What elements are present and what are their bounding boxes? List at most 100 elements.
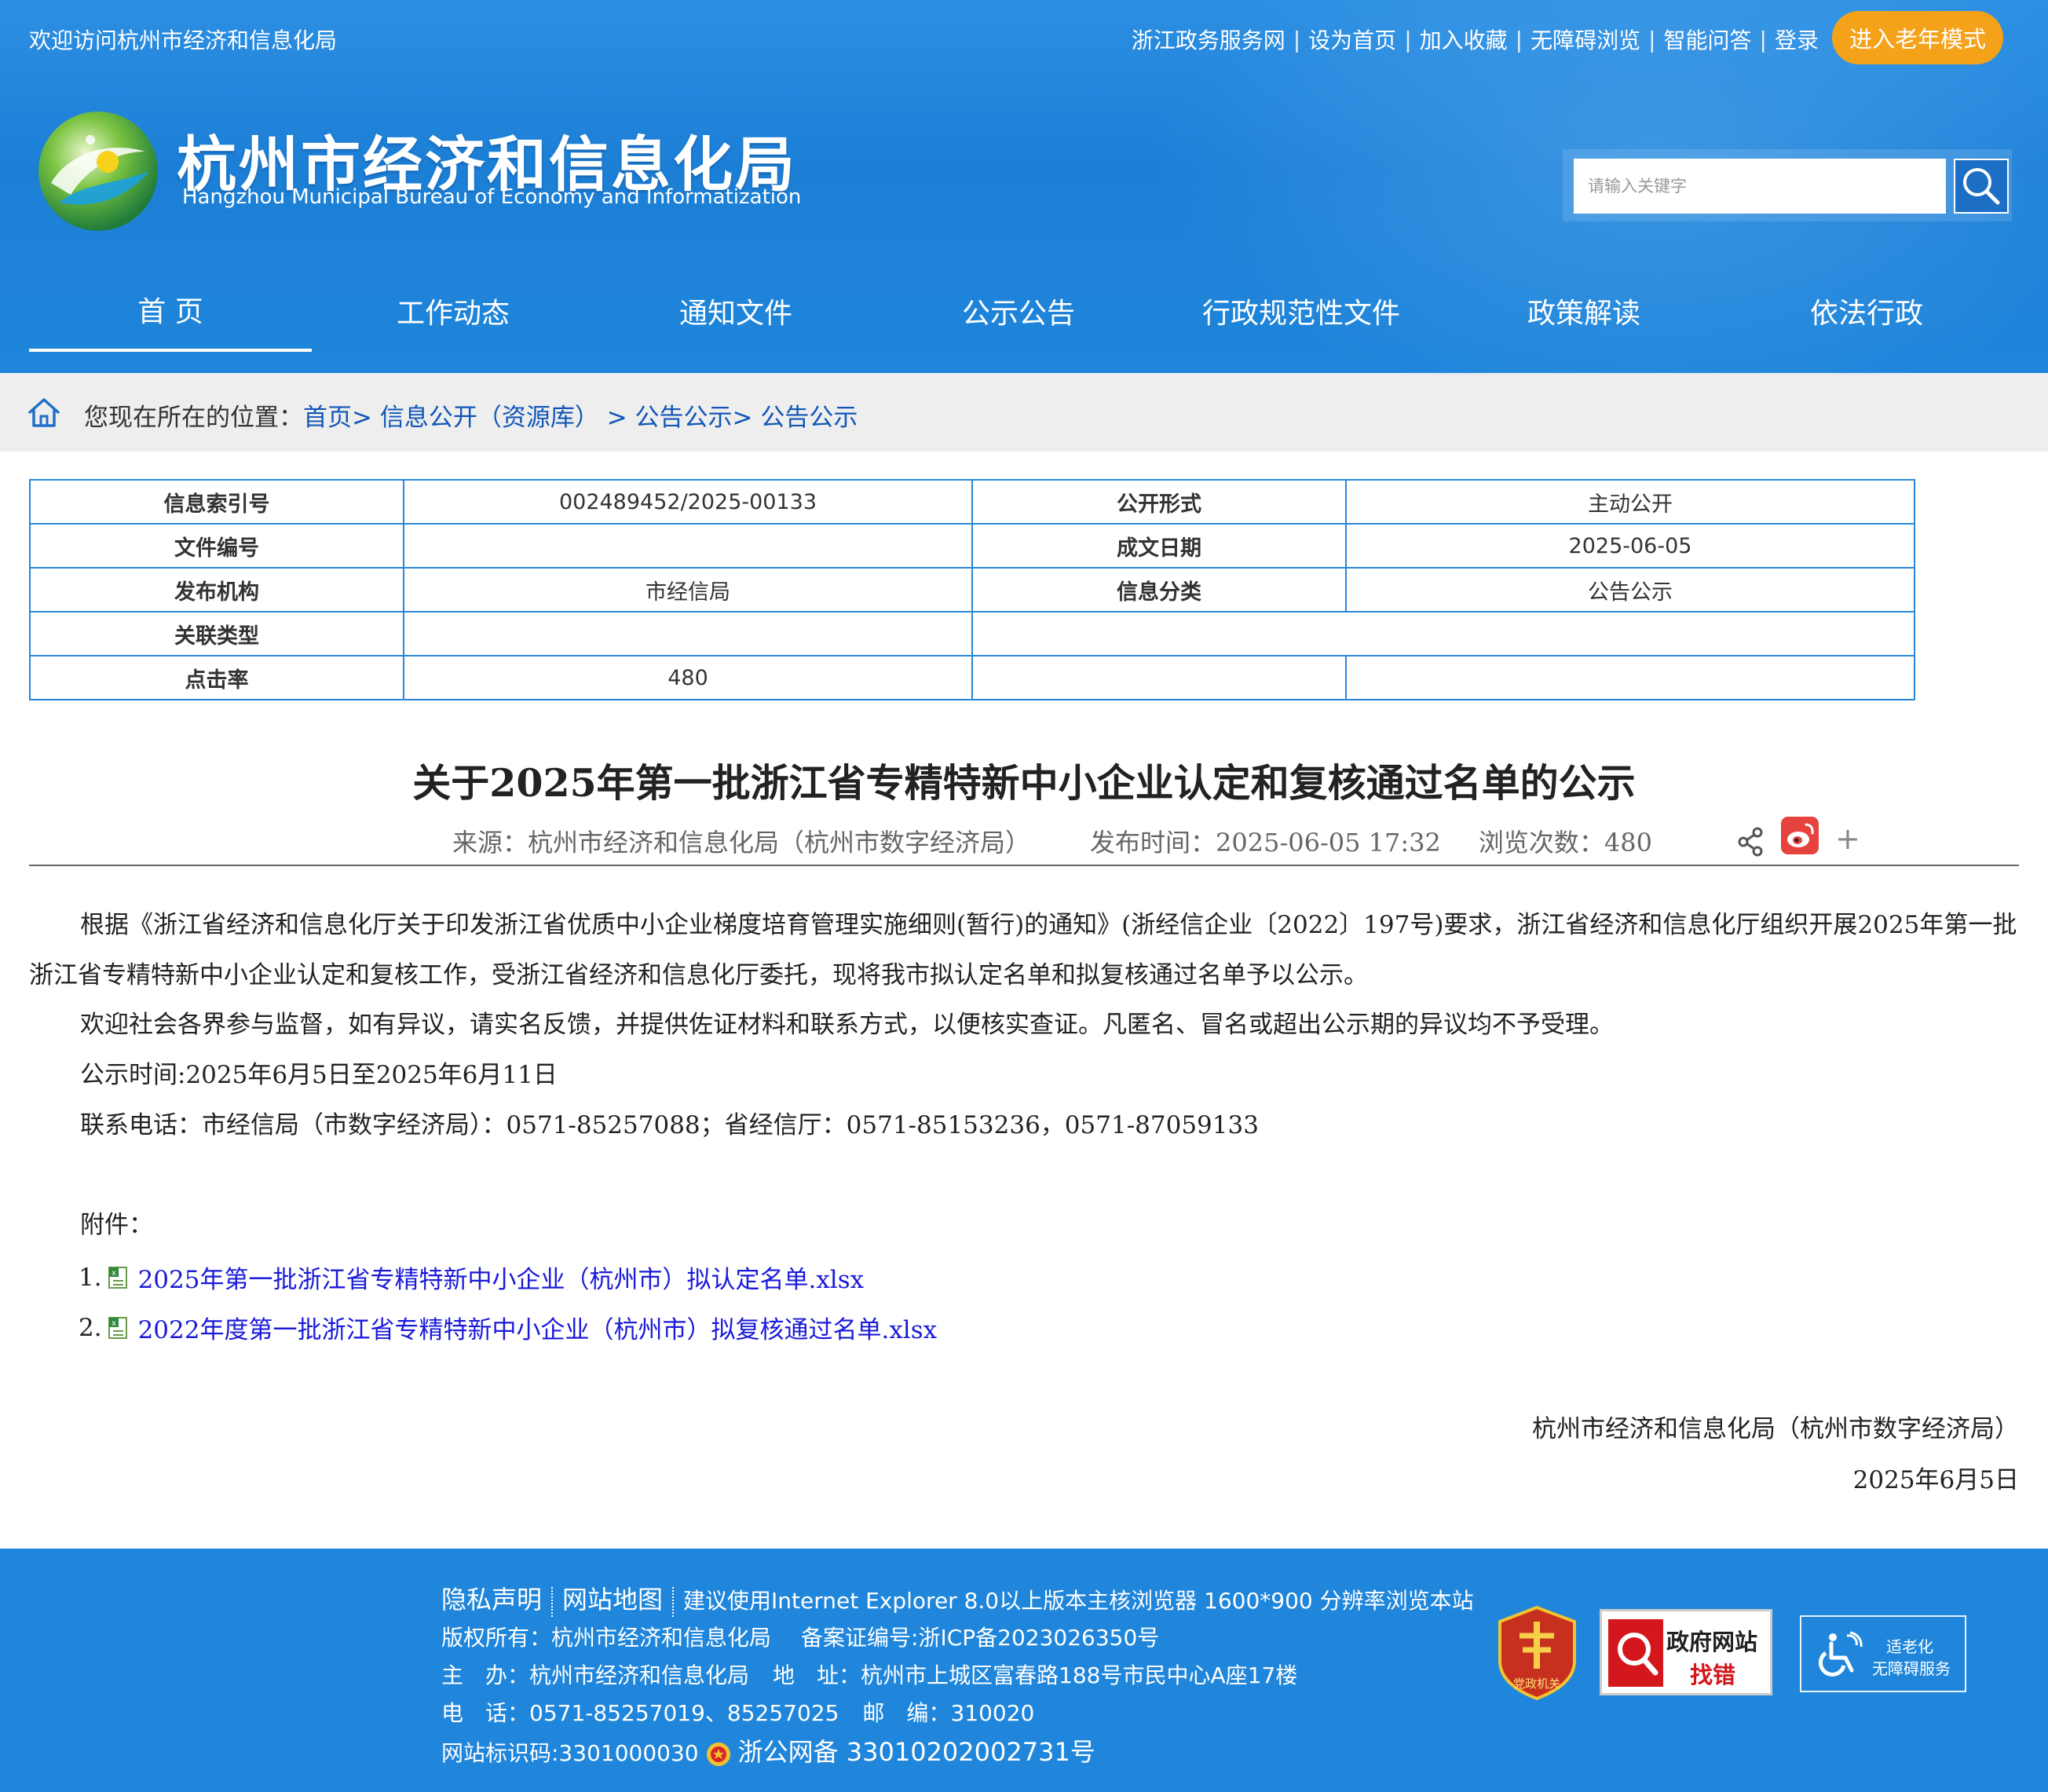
title-divider xyxy=(29,865,2019,866)
table-row: 信息索引号 002489452/2025-00133 公开形式 主动公开 xyxy=(29,479,1915,525)
link-zjzwfw[interactable]: 浙江政务服务网 xyxy=(1132,24,1285,55)
table-value: 480 xyxy=(403,655,973,700)
footer-icp[interactable]: 备案证编号:浙ICP备2023026350号 xyxy=(801,1625,1159,1651)
police-emblem-icon xyxy=(706,1743,730,1766)
table-row: 点击率 480 xyxy=(29,655,1915,700)
footer-host-label: 主 办： xyxy=(441,1662,530,1688)
more-share-icon[interactable]: + xyxy=(1835,823,1860,854)
attachment-label: 附件： xyxy=(80,1211,153,1239)
svg-text:x: x xyxy=(112,1319,116,1328)
table-value: 002489452/2025-00133 xyxy=(403,479,973,525)
attachment-number: 1. xyxy=(79,1263,102,1292)
excel-file-icon: x xyxy=(108,1316,127,1339)
breadcrumb: 您现在所在的位置：首页> 信息公开（资源库） > 公告公示> 公告公示 xyxy=(84,397,858,433)
footer-id-row: 网站标识码:3301000030 浙公网备 33010202002731号 xyxy=(441,1732,1095,1768)
link-add-favorite[interactable]: 加入收藏 xyxy=(1420,24,1508,55)
footer-links-row: 隐私声明 网站地图 建议使用Internet Explorer 8.0以上版本主核浏… xyxy=(441,1580,1474,1617)
breadcrumb-announcement[interactable]: 公告公示 xyxy=(635,404,733,432)
top-links: 浙江政务服务网 | 设为首页 | 加入收藏 | 无障碍浏览 | 智能问答 | 登录 xyxy=(1132,24,1819,55)
link-accessibility[interactable]: 无障碍浏览 xyxy=(1531,24,1640,55)
bureau-logo-icon[interactable] xyxy=(35,108,161,234)
table-value: 2025-06-05 xyxy=(1345,523,1915,569)
home-icon[interactable] xyxy=(27,395,61,430)
table-empty-cell xyxy=(1345,655,1915,700)
footer-sitemap-link[interactable]: 网站地图 xyxy=(562,1585,663,1615)
breadcrumb-home[interactable]: 首页 xyxy=(303,404,352,432)
badge-correct-subtitle: 找错 xyxy=(1690,1662,1736,1688)
excel-file-icon: x xyxy=(108,1266,127,1289)
search-icon xyxy=(1963,168,2000,205)
signature-organization: 杭州市经济和信息化局（杭州市数字经济局） xyxy=(1532,1415,2019,1443)
signature-date: 2025年6月5日 xyxy=(1852,1466,2019,1494)
footer-divider xyxy=(551,1587,554,1617)
footer-host-value: 杭州市经济和信息化局 xyxy=(529,1662,750,1688)
breadcrumb-sep: > xyxy=(732,404,761,432)
nav-normative-docs[interactable]: 行政规范性文件 xyxy=(1160,270,1443,352)
table-key: 关联类型 xyxy=(29,611,404,656)
link-login[interactable]: 登录 xyxy=(1775,24,1819,55)
table-key: 点击率 xyxy=(29,655,404,700)
table-value: 公告公示 xyxy=(1345,567,1915,613)
table-value: 市经信局 xyxy=(403,567,973,613)
article-paragraph: 根据《浙江省经济和信息化厅关于印发浙江省优质中小企业梯度培育管理实施细则(暂行)… xyxy=(29,911,2017,989)
nav-home[interactable]: 首 页 xyxy=(29,270,312,352)
footer-privacy-link[interactable]: 隐私声明 xyxy=(441,1585,542,1615)
attachment-item: 1. x 2025年第一批浙江省专精特新中小企业（杭州市）拟认定名单.xlsx xyxy=(79,1260,864,1295)
link-set-homepage[interactable]: 设为首页 xyxy=(1308,24,1396,55)
elder-mode-button[interactable]: 进入老年模式 xyxy=(1832,11,2003,64)
badge-correct-title: 政府网站 xyxy=(1666,1629,1758,1655)
wheelchair-icon xyxy=(1819,1631,1863,1677)
nav-announcements[interactable]: 公示公告 xyxy=(877,270,1160,352)
footer-browser-note: 建议使用Internet Explorer 8.0以上版本主核浏览器 1600*… xyxy=(683,1588,1474,1614)
weibo-icon[interactable] xyxy=(1781,817,1819,854)
nav-work-news[interactable]: 工作动态 xyxy=(312,270,594,352)
attachment-link[interactable]: 2025年第一批浙江省专精特新中小企业（杭州市）拟认定名单.xlsx xyxy=(138,1260,865,1295)
logo-title-en: Hangzhou Municipal Bureau of Economy and… xyxy=(182,185,802,209)
article-meta: 来源：杭州市经济和信息化局（杭州市数字经济局） 发布时间：2025-06-05 1… xyxy=(452,823,1652,859)
table-row: 关联类型 xyxy=(29,611,1915,656)
article-view-count: 浏览次数：480 xyxy=(1478,828,1653,858)
nav-policy-interpretation[interactable]: 政策解读 xyxy=(1443,270,1725,352)
search-button[interactable] xyxy=(1954,159,2009,214)
table-key: 文件编号 xyxy=(29,523,404,569)
footer-site-id: 网站标识码:3301000030 xyxy=(441,1740,699,1766)
article-published-time: 发布时间：2025-06-05 17:32 xyxy=(1090,828,1441,858)
footer-phone-value: 0571-85257019、85257025 xyxy=(529,1700,839,1726)
attachment-number: 2. xyxy=(79,1313,102,1342)
breadcrumb-sep: > xyxy=(598,404,635,432)
table-key: 成文日期 xyxy=(971,523,1347,569)
table-key: 公开形式 xyxy=(971,479,1347,525)
footer-police-record[interactable]: 浙公网备 33010202002731号 xyxy=(738,1737,1095,1767)
breadcrumb-label: 您现在所在的位置： xyxy=(84,404,303,432)
party-badge-label: 党政机关 xyxy=(1513,1677,1560,1691)
table-value: 主动公开 xyxy=(1345,479,1915,525)
footer-host-row: 主 办：杭州市经济和信息化局地 址：杭州市上城区富春路188号市民中心A座17楼 xyxy=(441,1659,1297,1690)
footer-address-value: 杭州市上城区富春路188号市民中心A座17楼 xyxy=(861,1662,1298,1688)
nav-law-administration[interactable]: 依法行政 xyxy=(1725,270,2008,352)
breadcrumb-current[interactable]: 公告公示 xyxy=(760,404,858,432)
share-icon[interactable] xyxy=(1737,827,1764,857)
table-row: 文件编号 成文日期 2025-06-05 xyxy=(29,523,1915,569)
footer-copyright: 版权所有：杭州市经济和信息化局 xyxy=(441,1625,772,1651)
search-input[interactable] xyxy=(1574,159,1946,214)
article-source: 来源：杭州市经济和信息化局（杭州市数字经济局） xyxy=(452,828,1031,858)
table-row: 发布机构 市经信局 信息分类 公告公示 xyxy=(29,567,1915,613)
table-key: 信息索引号 xyxy=(29,479,404,525)
attachment-link[interactable]: 2022年度第一批浙江省专精特新中小企业（杭州市）拟复核通过名单.xlsx xyxy=(138,1310,938,1345)
party-government-badge-icon[interactable]: 党政机关 xyxy=(1496,1606,1578,1700)
article-paragraph: 欢迎社会各界参与监督，如有异议，请实名反馈，并提供佐证材料和联系方式，以便核实查… xyxy=(80,1011,1614,1039)
table-value xyxy=(403,523,973,569)
badge-access-title: 适老化 xyxy=(1886,1637,1933,1656)
article-title: 关于2025年第一批浙江省专精特新中小企业认定和复核通过名单的公示 xyxy=(412,760,1636,806)
magnifier-report-icon xyxy=(1608,1619,1663,1687)
breadcrumb-info-open[interactable]: 信息公开（资源库） xyxy=(380,404,599,432)
nav-notices[interactable]: 通知文件 xyxy=(594,270,877,352)
gov-site-error-report-badge[interactable]: 政府网站 找错 xyxy=(1600,1609,1772,1695)
link-smart-qa[interactable]: 智能问答 xyxy=(1664,24,1752,55)
footer-address-label: 地 址： xyxy=(773,1662,861,1688)
article-paragraph: 联系电话：市经信局（市数字经济局）：0571-85257088；省经信厅：057… xyxy=(80,1111,1259,1139)
elder-accessibility-badge[interactable]: 适老化 无障碍服务 xyxy=(1800,1615,1966,1692)
footer-phone-row: 电 话：0571-85257019、85257025 邮 编：310020 xyxy=(441,1696,1034,1728)
footer-zip-value: 310020 xyxy=(950,1700,1035,1726)
attachment-item: 2. x 2022年度第一批浙江省专精特新中小企业（杭州市）拟复核通过名单.xl… xyxy=(79,1310,937,1345)
